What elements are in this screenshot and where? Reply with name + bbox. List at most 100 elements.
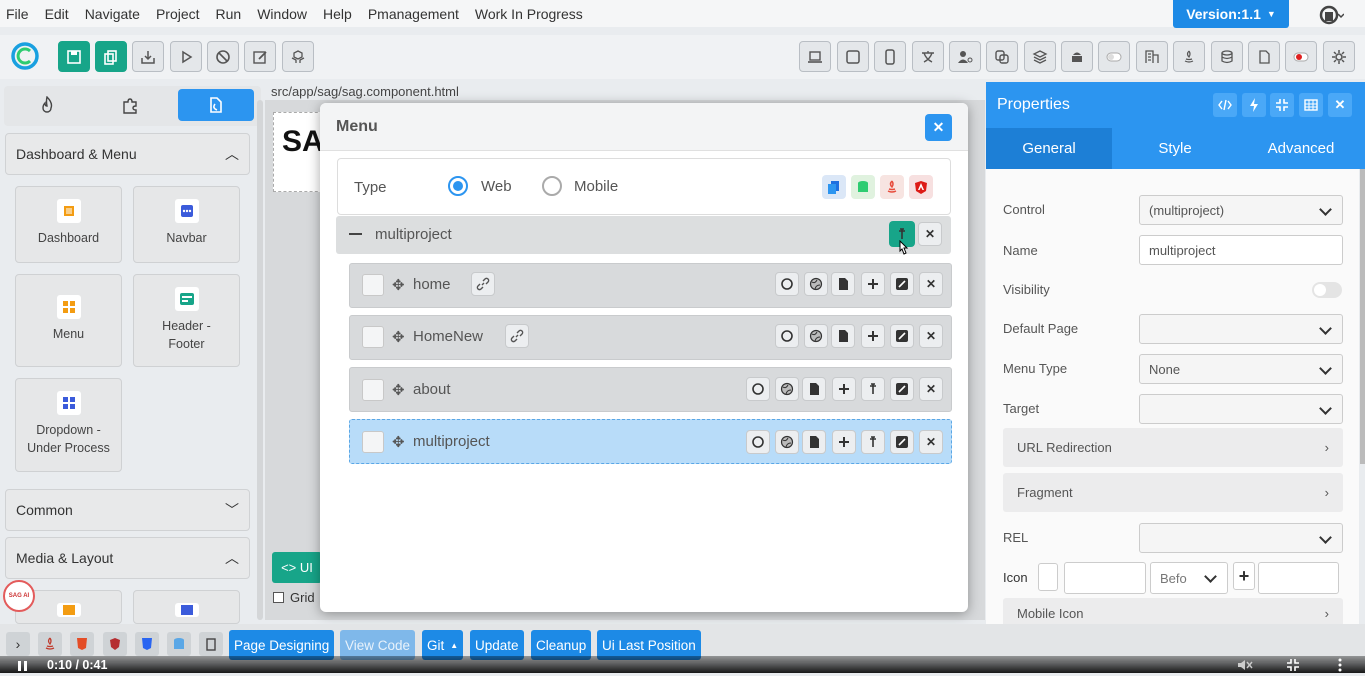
cubes-icon[interactable]	[282, 41, 314, 72]
angular-icon[interactable]	[103, 632, 127, 656]
menu-type-select[interactable]: None	[1139, 354, 1343, 384]
tab-advanced[interactable]: Advanced	[1238, 128, 1364, 169]
mobile-icon[interactable]	[874, 41, 906, 72]
visibility-toggle[interactable]	[1312, 282, 1342, 298]
edit-icon[interactable]	[890, 272, 914, 296]
page-icon[interactable]	[831, 324, 855, 348]
menu-edit[interactable]: Edit	[45, 6, 79, 22]
bolt-icon[interactable]	[1242, 93, 1266, 117]
record-toggle-icon[interactable]	[1285, 41, 1317, 72]
icon-input[interactable]	[1064, 562, 1146, 594]
menu-project[interactable]: Project	[156, 6, 210, 22]
laptop-icon[interactable]	[799, 41, 831, 72]
globe-icon[interactable]	[775, 430, 799, 454]
rel-select[interactable]	[1139, 523, 1343, 553]
menu-window[interactable]: Window	[257, 6, 317, 22]
java-icon[interactable]	[1173, 41, 1205, 72]
tab-style[interactable]: Style	[1112, 128, 1238, 169]
sagai-badge[interactable]: SAG AI	[3, 580, 35, 612]
copy-blue-icon[interactable]	[822, 175, 846, 199]
component-menu[interactable]: Menu	[15, 274, 122, 367]
row-checkbox[interactable]	[362, 274, 384, 296]
delete-icon[interactable]: ✕	[919, 272, 943, 296]
close-icon[interactable]: ✕	[925, 114, 952, 141]
clipboard-icon[interactable]	[199, 632, 223, 656]
row-checkbox[interactable]	[362, 326, 384, 348]
delete-icon[interactable]: ✕	[919, 430, 943, 454]
name-input[interactable]: multiproject	[1139, 235, 1343, 265]
building-icon[interactable]	[1136, 41, 1168, 72]
close-properties-icon[interactable]: ✕	[1328, 93, 1352, 117]
collapse-icon[interactable]	[349, 233, 362, 235]
section-media-layout[interactable]: Media & Layout ︿	[5, 537, 250, 579]
menu-root-row[interactable]: multiproject	[336, 216, 951, 254]
database-copy-icon[interactable]	[986, 41, 1018, 72]
puzzle-icon[interactable]	[92, 89, 168, 121]
edit-icon[interactable]	[890, 324, 914, 348]
checkbox[interactable]	[273, 592, 284, 603]
move-icon[interactable]: ✥	[392, 276, 405, 294]
icon-position-select[interactable]: Befo	[1150, 562, 1228, 594]
expand-icon[interactable]: ›	[6, 632, 30, 656]
radio-web[interactable]	[448, 176, 468, 196]
icon-extra-input[interactable]	[1258, 562, 1339, 594]
menu-pmanagement[interactable]: Pmanagement	[368, 6, 469, 22]
download-icon[interactable]	[132, 41, 164, 72]
circle-icon[interactable]	[746, 377, 770, 401]
edit-icon[interactable]	[890, 430, 914, 454]
layers-icon[interactable]	[1024, 41, 1056, 72]
fullscreen-exit-icon[interactable]	[1286, 658, 1300, 672]
stop-icon[interactable]	[207, 41, 239, 72]
row-checkbox[interactable]	[362, 431, 384, 453]
translate-icon[interactable]	[912, 41, 944, 72]
link-icon[interactable]	[505, 324, 529, 348]
radio-mobile[interactable]	[542, 176, 562, 196]
copy-icon[interactable]	[95, 41, 127, 72]
properties-scrollbar[interactable]	[1360, 169, 1365, 464]
plus-icon[interactable]	[832, 430, 856, 454]
circle-icon[interactable]	[775, 272, 799, 296]
toggle-icon[interactable]	[1098, 41, 1130, 72]
css3-icon[interactable]	[135, 632, 159, 656]
menu-work-in-progress[interactable]: Work In Progress	[475, 6, 593, 22]
circle-icon[interactable]	[746, 430, 770, 454]
control-select[interactable]: (multiproject)	[1139, 195, 1343, 225]
link-icon[interactable]	[471, 272, 495, 296]
component-gallery[interactable]	[133, 590, 240, 624]
plus-icon[interactable]	[832, 377, 856, 401]
angular-icon[interactable]	[909, 175, 933, 199]
move-icon[interactable]: ✥	[392, 433, 405, 451]
database-icon[interactable]	[1211, 41, 1243, 72]
component-navbar[interactable]: Navbar	[133, 186, 240, 263]
user-settings-icon[interactable]	[949, 41, 981, 72]
components-tab-icon[interactable]	[178, 89, 254, 121]
java-red-icon[interactable]	[880, 175, 904, 199]
add-icon-button[interactable]: +	[1233, 562, 1255, 590]
default-page-select[interactable]	[1139, 314, 1343, 344]
tab-general[interactable]: General	[986, 128, 1112, 169]
settings-icon[interactable]	[1323, 41, 1355, 72]
logo-placeholder[interactable]: SA	[273, 112, 324, 192]
play-icon[interactable]	[170, 41, 202, 72]
tablet-icon[interactable]	[837, 41, 869, 72]
ui-tag-button[interactable]: <> UI	[272, 552, 322, 583]
row-checkbox[interactable]	[362, 379, 384, 401]
page-icon[interactable]	[802, 430, 826, 454]
menu-navigate[interactable]: Navigate	[85, 6, 150, 22]
left-scrollbar[interactable]	[257, 100, 263, 620]
version-dropdown[interactable]: Version:1.1 ▼	[1173, 0, 1289, 28]
section-common[interactable]: Common ﹀	[5, 489, 250, 531]
component-header-footer[interactable]: Header - Footer	[133, 274, 240, 367]
globe-icon[interactable]	[775, 377, 799, 401]
mute-icon[interactable]	[1237, 658, 1253, 672]
edit-icon[interactable]	[244, 41, 276, 72]
edit-icon[interactable]	[890, 377, 914, 401]
add-child-icon[interactable]	[861, 430, 885, 454]
delete-root-icon[interactable]: ✕	[918, 222, 942, 246]
fire-icon[interactable]	[9, 89, 85, 121]
database-icon[interactable]	[167, 632, 191, 656]
target-select[interactable]	[1139, 394, 1343, 424]
database-green-icon[interactable]	[851, 175, 875, 199]
add-child-icon[interactable]	[861, 377, 885, 401]
code-icon[interactable]	[1213, 93, 1237, 117]
